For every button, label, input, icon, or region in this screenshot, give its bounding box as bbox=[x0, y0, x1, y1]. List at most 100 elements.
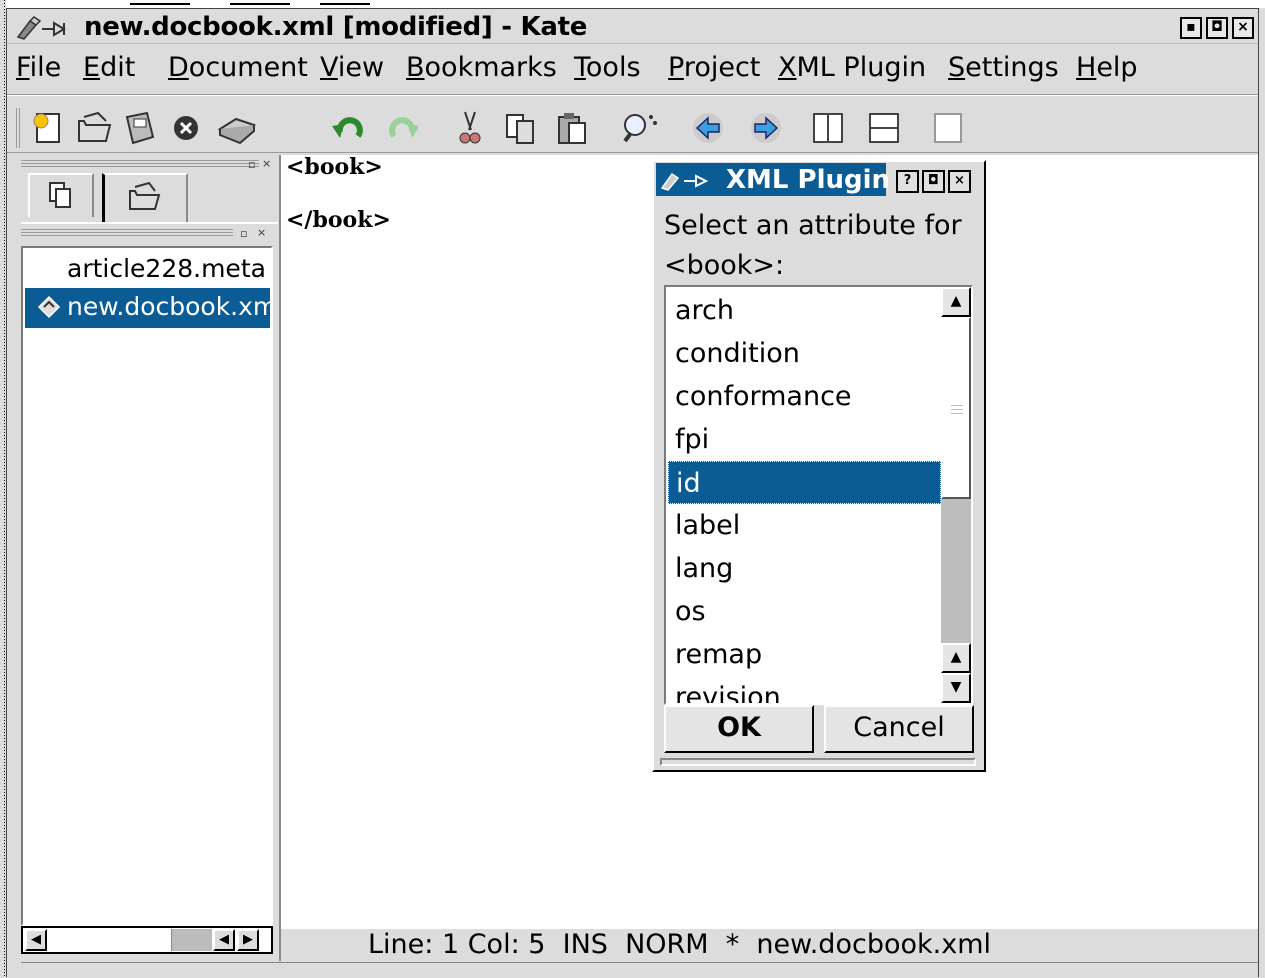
file-name: article228.meta bbox=[67, 254, 266, 283]
scroll-up-button[interactable]: ▲ bbox=[941, 287, 971, 317]
cancel-button[interactable]: Cancel bbox=[824, 705, 974, 753]
menu-file[interactable]: File bbox=[16, 52, 61, 83]
undo-icon[interactable] bbox=[330, 110, 366, 146]
toolbar-separator bbox=[7, 152, 1258, 153]
minimize-icon: ▪ bbox=[1186, 19, 1196, 35]
save-icon[interactable] bbox=[122, 110, 158, 146]
file-list-item-selected[interactable]: new.docbook.xml bbox=[25, 288, 270, 328]
kate-app-icon[interactable] bbox=[16, 15, 80, 40]
toolbar-grip[interactable] bbox=[16, 108, 22, 148]
sidebar-splitter[interactable] bbox=[279, 155, 281, 961]
menu-separator-highlight bbox=[7, 95, 1258, 96]
file-list-grip[interactable] bbox=[21, 229, 233, 237]
attribute-item[interactable]: condition bbox=[668, 332, 941, 375]
dialog-maximize-button[interactable]: ◘ bbox=[922, 170, 945, 193]
paste-icon[interactable] bbox=[554, 110, 590, 146]
file-name: new.docbook.xml bbox=[67, 292, 270, 321]
arrow-left-icon: ◀ bbox=[31, 932, 41, 947]
sidebar-float-icon[interactable]: ▫ bbox=[248, 158, 255, 171]
new-document-icon[interactable] bbox=[30, 110, 66, 146]
status-text: Line: 1 Col: 5 INS NORM * new.docbook.xm… bbox=[368, 929, 991, 960]
attribute-item[interactable]: label bbox=[668, 504, 941, 547]
scroll-thumb[interactable] bbox=[941, 317, 971, 499]
maximize-icon: ◘ bbox=[928, 173, 939, 188]
file-selector-tab[interactable] bbox=[102, 173, 188, 223]
open-folder-icon[interactable] bbox=[76, 110, 112, 146]
close-icon: × bbox=[1237, 19, 1249, 35]
attribute-item[interactable]: lang bbox=[668, 547, 941, 590]
help-icon: ? bbox=[903, 173, 912, 188]
arrow-right-icon: ▶ bbox=[243, 932, 253, 947]
documents-icon bbox=[49, 182, 71, 208]
scroll-right-button[interactable]: ▶ bbox=[237, 929, 259, 951]
attribute-list-vertical-scrollbar[interactable]: ▲ ▲ ▼ bbox=[941, 287, 971, 703]
redo-icon[interactable] bbox=[382, 110, 418, 146]
dialog-title: XML Plugin bbox=[726, 165, 891, 195]
dialog-close-button[interactable]: × bbox=[948, 170, 971, 193]
sidebar-grip[interactable] bbox=[21, 160, 259, 168]
menu-settings[interactable]: Settings bbox=[948, 52, 1059, 83]
document-list-tab[interactable] bbox=[28, 173, 94, 217]
scroll-up-button-2[interactable]: ▲ bbox=[941, 643, 971, 673]
ok-button[interactable]: OK bbox=[664, 705, 814, 753]
file-list[interactable]: article228.meta new.docbook.xml bbox=[21, 246, 273, 926]
attribute-item[interactable]: os bbox=[668, 590, 941, 633]
attribute-item[interactable]: arch bbox=[668, 289, 941, 332]
folder-icon bbox=[129, 181, 161, 210]
dialog-resize-grip[interactable] bbox=[660, 758, 976, 766]
scroll-left-button-2[interactable]: ◀ bbox=[213, 929, 235, 951]
window-title: new.docbook.xml [modified] - Kate bbox=[84, 12, 588, 42]
close-icon: × bbox=[954, 173, 965, 188]
menu-view[interactable]: View bbox=[320, 52, 384, 83]
window-bottom-bar bbox=[21, 962, 1258, 978]
attribute-item[interactable]: conformance bbox=[668, 375, 941, 418]
copy-icon[interactable] bbox=[502, 110, 538, 146]
file-list-float-icon[interactable]: ▫ bbox=[240, 227, 247, 240]
menu-xml-plugin[interactable]: XML Plugin bbox=[778, 52, 926, 83]
cut-icon[interactable] bbox=[452, 110, 488, 146]
scroll-track[interactable] bbox=[941, 499, 971, 643]
attribute-item-selected[interactable]: id bbox=[668, 461, 941, 504]
tab-separator bbox=[21, 222, 278, 224]
maximize-button[interactable]: ◘ bbox=[1206, 17, 1228, 39]
forward-icon[interactable] bbox=[748, 110, 784, 146]
arrow-up-icon: ▲ bbox=[950, 649, 962, 665]
scroll-left-button[interactable]: ◀ bbox=[25, 929, 47, 951]
kate-app-icon bbox=[660, 172, 709, 191]
sidebar-close-icon[interactable]: × bbox=[262, 157, 271, 170]
code-line-1: <book> bbox=[286, 154, 383, 180]
find-icon[interactable] bbox=[618, 110, 660, 146]
arrow-down-icon: ▼ bbox=[950, 679, 962, 695]
arrow-left-icon: ◀ bbox=[219, 932, 229, 947]
dialog-title-bar[interactable]: XML Plugin bbox=[656, 163, 890, 196]
menu-project[interactable]: Project bbox=[668, 52, 760, 83]
menu-bookmarks[interactable]: Bookmarks bbox=[406, 52, 557, 83]
scroll-thumb[interactable] bbox=[171, 929, 212, 951]
scroll-down-button[interactable]: ▼ bbox=[941, 673, 971, 703]
blank-page-icon[interactable] bbox=[930, 110, 966, 146]
split-vertical-icon[interactable] bbox=[810, 110, 846, 146]
attribute-item[interactable]: fpi bbox=[668, 418, 941, 461]
file-list-item[interactable]: article228.meta bbox=[25, 250, 270, 290]
close-button[interactable]: × bbox=[1232, 17, 1254, 39]
close-document-icon[interactable] bbox=[168, 110, 204, 146]
dialog-help-button[interactable]: ? bbox=[896, 170, 919, 193]
menu-document[interactable]: Document bbox=[168, 52, 308, 83]
menu-bar: File Edit Document View Bookmarks Tools … bbox=[16, 52, 1252, 88]
attribute-list[interactable]: arch condition conformance fpi id label … bbox=[664, 285, 973, 705]
menu-tools[interactable]: Tools bbox=[574, 52, 641, 83]
back-icon[interactable] bbox=[690, 110, 726, 146]
minimize-button[interactable]: ▪ bbox=[1180, 17, 1202, 39]
arrow-up-icon: ▲ bbox=[950, 293, 962, 309]
file-list-close-icon[interactable]: × bbox=[257, 226, 266, 239]
split-horizontal-icon[interactable] bbox=[866, 110, 902, 146]
menu-help[interactable]: Help bbox=[1076, 52, 1138, 83]
attribute-item[interactable]: revision bbox=[668, 676, 941, 703]
dialog-prompt: Select an attribute for <book>: bbox=[664, 210, 962, 281]
menu-edit[interactable]: Edit bbox=[83, 52, 135, 83]
attribute-item[interactable]: remap bbox=[668, 633, 941, 676]
code-line-3: </book> bbox=[286, 207, 391, 233]
desktop-top-strip bbox=[0, 0, 1265, 8]
print-icon[interactable] bbox=[214, 110, 260, 146]
file-list-horizontal-scrollbar[interactable]: ◀ ◀ ▶ bbox=[21, 926, 273, 954]
